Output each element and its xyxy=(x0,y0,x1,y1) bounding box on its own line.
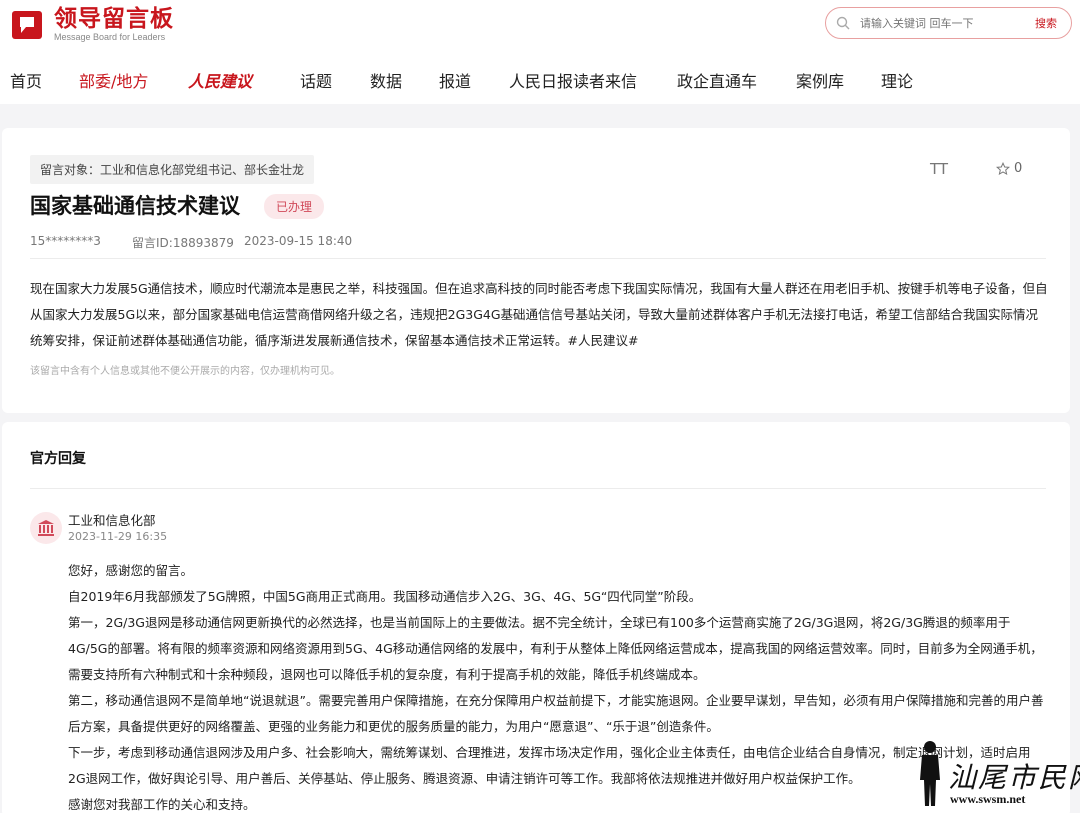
reply-date: 2023-11-29 16:35 xyxy=(68,530,168,543)
message-title: 国家基础通信技术建议 xyxy=(30,194,240,218)
search-button[interactable]: 搜索 xyxy=(1035,15,1057,31)
nav-readers-letters[interactable]: 人民日报读者来信 xyxy=(509,68,637,92)
watermark-text: 汕尾市民网 xyxy=(948,761,1080,794)
logo-subtitle: Message Board for Leaders xyxy=(54,32,166,42)
favorite-count: 0 xyxy=(1014,161,1023,176)
reply-department: 工业和信息化部 xyxy=(68,513,156,528)
reply-paragraph: 您好，感谢您的留言。 xyxy=(68,563,194,578)
person-silhouette-icon xyxy=(920,741,940,806)
watermark-url: www.swsm.net xyxy=(950,792,1026,806)
avatar xyxy=(30,512,62,544)
nav-reports[interactable]: 报道 xyxy=(439,68,471,92)
reply-body: 您好，感谢您的留言。 自2019年6月我部颁发了5G牌照，中国5G商用正式商用。… xyxy=(68,558,1048,813)
search-input[interactable] xyxy=(860,16,1010,30)
search-box: 搜索 xyxy=(825,7,1072,39)
site-watermark: 汕尾市民网 www.swsm.net xyxy=(914,740,1080,810)
logo-icon xyxy=(12,10,42,39)
nav-ministries-local[interactable]: 部委/地方 xyxy=(79,68,148,92)
site-logo[interactable]: 领导留言板 Message Board for Leaders xyxy=(10,6,174,43)
reply-paragraph: 感谢您对我部工作的关心和支持。 xyxy=(68,797,256,812)
message-id: 留言ID:18893879 xyxy=(132,236,234,250)
divider xyxy=(30,258,1046,259)
nav-theory[interactable]: 理论 xyxy=(881,68,913,92)
nav-enterprise-channel[interactable]: 政企直通车 xyxy=(677,68,757,92)
message-content: 现在国家大力发展5G通信技术，顺应时代潮流本是惠民之举，科技强国。但在追求高科技… xyxy=(30,281,1048,348)
favorite-button[interactable]: 0 xyxy=(996,161,1022,176)
nav-home[interactable]: 首页 xyxy=(10,68,42,92)
message-date: 2023-09-15 18:40 xyxy=(244,234,353,248)
privacy-note: 该留言中含有个人信息或其他不便公开展示的内容，仅办理机构可见。 xyxy=(30,366,340,377)
font-size-toggle[interactable]: TT xyxy=(930,160,948,178)
message-target: 留言对象：工业和信息化部党组书记、部长金壮龙 xyxy=(30,155,315,184)
government-building-icon xyxy=(38,520,54,536)
divider xyxy=(30,488,1046,489)
message-author: 15********3 xyxy=(30,234,101,248)
status-badge: 已办理 xyxy=(264,194,325,219)
search-icon xyxy=(836,16,850,30)
reply-card: 官方回复 工业和信息化部 2023-11-29 16:35 您好，感谢您的留言。… xyxy=(2,422,1070,813)
site-header: 领导留言板 Message Board for Leaders 搜索 首页 部委… xyxy=(0,0,1080,104)
nav-case-library[interactable]: 案例库 xyxy=(796,68,844,92)
star-icon xyxy=(996,161,1010,175)
nav-topics[interactable]: 话题 xyxy=(300,68,332,92)
reply-section-title: 官方回复 xyxy=(30,451,86,467)
logo-title: 领导留言板 xyxy=(54,6,174,32)
message-card: 留言对象：工业和信息化部党组书记、部长金壮龙 TT 0 国家基础通信技术建议 已… xyxy=(2,128,1070,413)
nav-people-suggestions[interactable]: 人民建议 xyxy=(188,68,252,92)
reply-paragraph: 第二，移动通信退网不是简单地“说退就退”。需要完善用户保障措施，在充分保障用户权… xyxy=(68,693,1044,734)
nav-data[interactable]: 数据 xyxy=(370,68,402,92)
reply-paragraph: 自2019年6月我部颁发了5G牌照，中国5G商用正式商用。我国移动通信步入2G、… xyxy=(68,589,702,604)
reply-paragraph: 第一，2G/3G退网是移动通信网更新换代的必然选择，也是当前国际上的主要做法。据… xyxy=(68,615,1043,682)
reply-paragraph: 下一步，考虑到移动通信退网涉及用户多、社会影响大，需统筹谋划、合理推进，发挥市场… xyxy=(68,745,1031,786)
